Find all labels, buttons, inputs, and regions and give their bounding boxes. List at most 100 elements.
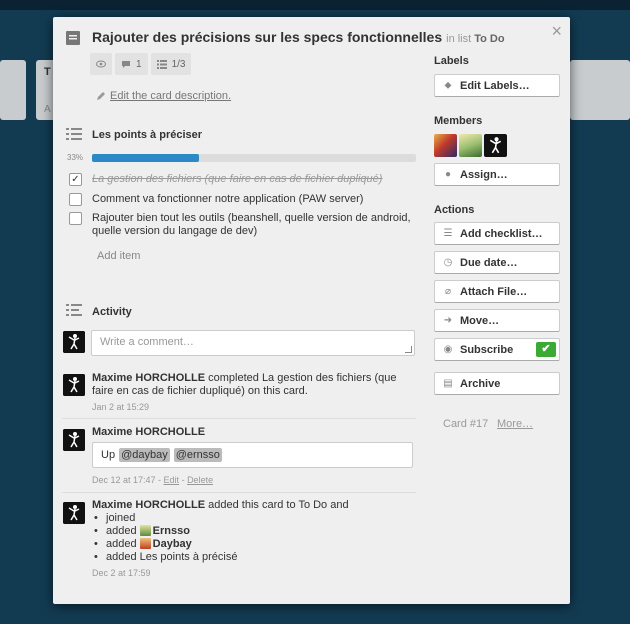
checklist-item[interactable]: Rajouter bien tout les outils (beanshell… <box>69 212 419 238</box>
add-checklist-label: Add checklist… <box>460 227 543 240</box>
eye-icon: ◉ <box>443 344 453 355</box>
delete-comment-link[interactable]: Delete <box>187 475 213 485</box>
activity-subitem: added Daybay <box>92 538 412 551</box>
board-list-add: A <box>44 104 51 115</box>
activity-entry: Maxime HORCHOLLE <box>92 426 412 439</box>
dancer-avatar-icon <box>63 331 85 353</box>
assign-button[interactable]: ● Assign… <box>434 163 560 186</box>
checklist-item-text[interactable]: Rajouter bien tout les outils (beanshell… <box>92 212 419 238</box>
checklist-item-text[interactable]: Comment va fonctionner notre application… <box>92 193 363 206</box>
checklist-count: 1/3 <box>171 58 186 70</box>
eye-icon <box>96 60 106 68</box>
move-label: Move… <box>460 314 500 327</box>
divider <box>62 492 416 493</box>
ernsso-avatar-icon <box>139 525 151 536</box>
activity-author[interactable]: Maxime HORCHOLLE <box>92 372 205 384</box>
checklist-checkbox[interactable] <box>69 212 82 225</box>
archive-icon: ▤ <box>443 378 453 389</box>
checklist-progress-bar <box>92 154 416 162</box>
comment-bubble: Up @daybay @ernsso <box>92 442 413 468</box>
edit-description-link[interactable]: Edit the card description. <box>96 90 231 102</box>
edit-labels-button[interactable]: ⬥ Edit Labels… <box>434 74 560 97</box>
add-checklist-item-link[interactable]: Add item <box>97 250 140 262</box>
board-list-title: T <box>44 66 51 78</box>
checklist-item[interactable]: Comment va fonctionner notre application… <box>69 193 419 206</box>
daybay-avatar-icon <box>139 538 151 549</box>
labels-title: Labels <box>434 55 469 67</box>
comment-text: Up <box>101 449 116 461</box>
activity-author[interactable]: Maxime HORCHOLLE <box>92 426 205 438</box>
members-list <box>434 134 507 157</box>
close-icon[interactable]: × <box>551 21 562 42</box>
member-avatar[interactable] <box>434 134 457 157</box>
tag-icon: ⬥ <box>444 80 452 91</box>
activity-author[interactable]: Maxime HORCHOLLE <box>92 499 205 511</box>
card-icon <box>66 31 80 45</box>
activity-subitem: added Ernsso <box>92 525 412 538</box>
list-name[interactable]: To Do <box>474 33 504 45</box>
activity-entry: Maxime HORCHOLLE added this card to To D… <box>92 499 412 580</box>
activity-subitem: added Les points à précisé <box>92 551 412 564</box>
checklist-progress-fill <box>92 154 199 162</box>
more-link[interactable]: More… <box>497 418 533 430</box>
card-badges: 1 1/3 <box>90 53 192 75</box>
checklist-percent: 33% <box>67 153 84 162</box>
archive-button[interactable]: ▤ Archive <box>434 372 560 395</box>
comment-icon <box>122 60 130 68</box>
edit-description-label[interactable]: Edit the card description. <box>110 90 231 102</box>
comment-date[interactable]: Dec 12 at 17:47 - <box>92 475 164 485</box>
activity-date[interactable]: Jan 2 at 15:29 <box>92 401 412 414</box>
checklist-title[interactable]: Les points à préciser <box>92 129 202 141</box>
clock-icon: ◷ <box>443 257 453 268</box>
resize-handle-icon[interactable] <box>405 346 412 353</box>
checklist-icon <box>156 59 167 69</box>
due-date-button[interactable]: ◷ Due date… <box>434 251 560 274</box>
checklist-item[interactable]: ✓ La gestion des fichiers (que faire en … <box>69 173 419 186</box>
comments-badge[interactable]: 1 <box>115 53 148 75</box>
archive-label: Archive <box>460 377 501 390</box>
dancer-avatar-icon <box>63 502 85 524</box>
mention[interactable]: @ernsso <box>173 448 222 462</box>
subscribe-button[interactable]: ◉ Subscribe ✔ <box>434 338 560 361</box>
checklist-checkbox-checked[interactable]: ✓ <box>69 173 82 186</box>
activity-entry: Maxime HORCHOLLE completed La gestion de… <box>92 372 412 414</box>
avatar[interactable] <box>63 429 85 451</box>
dancer-avatar-icon <box>63 429 85 451</box>
checklist-item-text[interactable]: La gestion des fichiers (que faire en ca… <box>92 173 382 186</box>
member-name[interactable]: Daybay <box>153 538 192 550</box>
added-word: added <box>106 538 137 550</box>
activity-text: added this card to To Do and <box>205 499 349 511</box>
card-title[interactable]: Rajouter des précisions sur les specs fo… <box>92 29 442 45</box>
member-avatar[interactable] <box>484 134 507 157</box>
attach-file-button[interactable]: ⌀ Attach File… <box>434 280 560 303</box>
paperclip-icon: ⌀ <box>444 286 452 297</box>
watch-badge[interactable] <box>90 53 112 75</box>
add-checklist-button[interactable]: ☰ Add checklist… <box>434 222 560 245</box>
top-bar <box>0 0 630 10</box>
checklist-badge[interactable]: 1/3 <box>150 53 192 75</box>
board-list-left[interactable] <box>0 60 26 120</box>
mention[interactable]: @daybay <box>119 448 170 462</box>
comment-input[interactable]: Write a comment… <box>91 330 415 356</box>
checklist-checkbox[interactable] <box>69 193 82 206</box>
card-number: Card #17 <box>443 418 489 430</box>
activity-sublist: joined added Ernsso added Daybay added L… <box>92 512 412 564</box>
edit-comment-link[interactable]: Edit <box>164 475 180 485</box>
meta-separator: - <box>179 475 188 485</box>
activity-subitem: joined <box>92 512 412 525</box>
member-name[interactable]: Ernsso <box>153 525 190 537</box>
activity-date[interactable]: Dec 2 at 17:59 <box>92 567 412 580</box>
subscribe-label: Subscribe <box>460 343 514 356</box>
avatar[interactable] <box>63 502 85 524</box>
avatar[interactable] <box>63 331 85 353</box>
check-icon: ✔ <box>536 342 556 357</box>
dancer-avatar-icon <box>489 137 502 154</box>
comment-meta: Dec 12 at 17:47 - Edit - Delete <box>92 474 412 487</box>
in-list-prefix: in list <box>446 33 472 45</box>
move-button[interactable]: ➜ Move… <box>434 309 560 332</box>
user-icon: ● <box>444 169 452 180</box>
board-list-right[interactable] <box>570 60 630 120</box>
due-date-label: Due date… <box>460 256 518 269</box>
avatar[interactable] <box>63 374 85 396</box>
member-avatar[interactable] <box>459 134 482 157</box>
